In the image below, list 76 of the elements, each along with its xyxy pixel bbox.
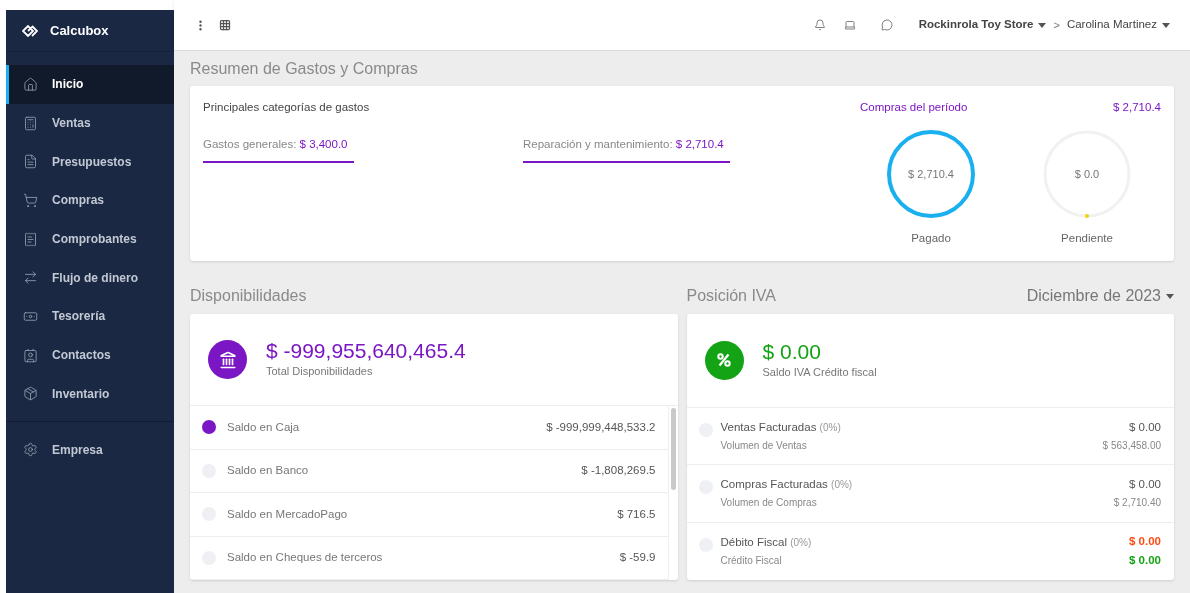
- notification-icon[interactable]: [813, 19, 826, 31]
- balance-amount: $ 716.5: [617, 506, 656, 522]
- cart-icon: [23, 192, 38, 208]
- user-menu[interactable]: Carolina Martinez: [1066, 16, 1170, 34]
- store-selector[interactable]: Rockinrola Toy Store: [918, 16, 1047, 34]
- iva-row-amount: $ 0.00: [1129, 534, 1161, 549]
- nav-item[interactable]: Contactos: [6, 335, 174, 375]
- chat-icon[interactable]: [880, 19, 893, 31]
- iva-row-subtitle: Crédito Fiscal: [720, 554, 783, 569]
- total-label: Total Disponibilidades: [266, 364, 374, 380]
- balance-amount: $ -59.9: [619, 550, 656, 566]
- iva-row-sub-amount: $ 0.00: [1129, 553, 1161, 569]
- balance-label: Saldo en MercadoPago: [227, 506, 349, 522]
- iva-row[interactable]: Compras Facturadas (0%) Volumen de Compras $ 0.00 $ 2,710.40: [686, 465, 1174, 523]
- iva-row-sub-amount: $ 563,458.00: [1102, 438, 1161, 453]
- nav-item[interactable]: Flujo de dinero: [6, 258, 174, 298]
- iva-row[interactable]: Ventas Facturadas (0%) Volumen de Ventas $ 0.00 $ 563,458.00: [686, 407, 1174, 465]
- iva-row-subtitle: Volumen de Ventas: [720, 438, 808, 453]
- balance-label: Saldo en Cheques de terceros: [227, 550, 384, 566]
- nav-item[interactable]: Presupuestos: [6, 142, 174, 182]
- iva-row-sub-amount: $ 2,710.40: [1113, 496, 1161, 511]
- receipt-icon: [23, 231, 38, 247]
- category-item: Gastos generales: $ 3,400.0: [203, 131, 523, 163]
- home-icon: [23, 76, 38, 92]
- iva-row-amount: $ 0.00: [1129, 419, 1161, 435]
- bank-icon: [208, 340, 247, 379]
- balance-amount: $ -999,999,448,533.2: [546, 419, 656, 435]
- balance-row[interactable]: Saldo en Caja $ -999,999,448,533.2: [190, 406, 668, 450]
- apps-icon[interactable]: [219, 19, 231, 31]
- nav-item[interactable]: Compras: [6, 181, 174, 220]
- balance-label: Saldo en Banco: [227, 463, 310, 479]
- period-selector[interactable]: Diciembre de 2023: [1026, 284, 1174, 308]
- balance-amount: $ -1,808,269.5: [581, 463, 656, 479]
- transfer-icon: [23, 270, 38, 286]
- purchases-title: Compras del período: [860, 100, 968, 115]
- iva-row-amount: $ 0.00: [1129, 477, 1161, 493]
- nav-item[interactable]: Inventario: [6, 374, 174, 414]
- ring-label: Pagado: [911, 231, 951, 247]
- settings-icon: [23, 442, 38, 458]
- percent-icon: [704, 340, 744, 380]
- total-amount: $ -999,955,640,465.4: [266, 339, 466, 364]
- nav-item[interactable]: Empresa: [6, 430, 174, 469]
- balance-label: Saldo en Caja: [227, 419, 301, 435]
- balance-row[interactable]: Saldo en Cheques de terceros $ -59.9: [190, 536, 668, 580]
- section-heading: Resumen de Gastos y Compras: [190, 59, 419, 79]
- nav-item[interactable]: Ventas: [6, 103, 174, 143]
- caret-icon: [1162, 22, 1170, 28]
- nav-item[interactable]: Comprobantes: [6, 219, 174, 259]
- iva-row-title: Compras Facturadas (0%): [720, 477, 854, 493]
- section-heading: Disponibilidades: [190, 286, 308, 306]
- iva-row-title: Ventas Facturadas (0%): [720, 419, 842, 435]
- brand-name: Calcubox: [50, 21, 109, 40]
- ring-label: Pendiente: [1061, 231, 1113, 247]
- contact-icon: [23, 347, 38, 363]
- breadcrumb-separator: >: [1053, 17, 1060, 33]
- iva-row-subtitle: Volumen de Compras: [720, 496, 818, 511]
- iva-row-title: Débito Fiscal (0%): [720, 535, 813, 551]
- iva-row[interactable]: Débito Fiscal (0%) Crédito Fiscal $ 0.00 $ 0.00: [686, 522, 1174, 580]
- purchases-total: $ 2,710.4: [1113, 100, 1161, 115]
- ring-value: $ 2,710.4: [908, 167, 954, 182]
- balance-row[interactable]: Saldo en MercadoPago $ 716.5: [190, 493, 668, 537]
- card-title: Principales categorías de gastos: [203, 100, 371, 115]
- caret-icon: [1038, 22, 1047, 28]
- section-heading: Posición IVA: [686, 286, 777, 306]
- nav-item[interactable]: Inicio: [6, 65, 174, 104]
- document-icon: [23, 154, 38, 170]
- iva-total: $ 0.00: [762, 340, 822, 364]
- box-icon: [23, 386, 38, 402]
- laptop-icon[interactable]: [843, 19, 856, 31]
- category-item: Reparación y mantenimiento: $ 2,710.4: [523, 131, 843, 163]
- logo-icon: [22, 24, 38, 37]
- caret-icon: [1166, 293, 1174, 299]
- iva-total-label: Saldo IVA Crédito fiscal: [762, 365, 877, 380]
- nav-item[interactable]: Tesorería: [6, 297, 174, 336]
- balance-row[interactable]: Saldo en Banco $ -1,808,269.5: [190, 449, 668, 493]
- ring-value: $ 0.0: [1074, 167, 1100, 182]
